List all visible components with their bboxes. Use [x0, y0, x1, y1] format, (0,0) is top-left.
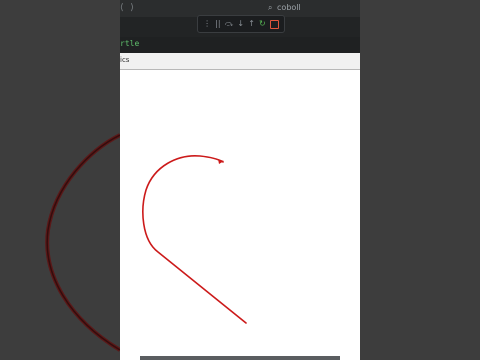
step-into-icon[interactable]: ↓: [237, 19, 244, 29]
stop-icon[interactable]: [269, 19, 279, 29]
turtle-canvas: [142, 155, 247, 324]
turtle-window-titlebar: ics: [120, 53, 360, 70]
restart-icon[interactable]: ↻: [259, 19, 266, 29]
pause-icon[interactable]: ||: [215, 19, 220, 29]
code-fragment: rtle: [120, 39, 140, 48]
search-icon: ⌕: [268, 3, 273, 12]
search-box[interactable]: ⌕ coboll: [268, 3, 301, 13]
navigation-arrows[interactable]: ⟨ ⟩: [120, 3, 134, 13]
background-right-panel: [360, 0, 480, 360]
drawn-heart-path: [142, 155, 247, 324]
screen-recording-frame: ⟨ ⟩ ⌕ coboll ⋮ || ⤼ ↓ ↑ ↻ rtle ics: [120, 0, 360, 360]
turtle-arrow-icon: [218, 159, 224, 164]
debug-toolbar: ⋮ || ⤼ ↓ ↑ ↻: [197, 15, 285, 33]
back-arrow-icon[interactable]: ⟨: [120, 3, 124, 13]
background-left-panel: [0, 0, 120, 360]
blurred-heart-reflection: [45, 133, 120, 352]
step-over-icon[interactable]: ⤼: [225, 19, 234, 29]
forward-arrow-icon[interactable]: ⟩: [130, 3, 134, 13]
step-out-icon[interactable]: ↑: [248, 19, 255, 29]
status-bar: [140, 356, 340, 360]
turtle-window-title: ics: [120, 56, 130, 64]
code-editor-strip: rtle: [120, 37, 360, 53]
grip-icon[interactable]: ⋮: [203, 19, 211, 29]
search-text: coboll: [277, 3, 301, 12]
